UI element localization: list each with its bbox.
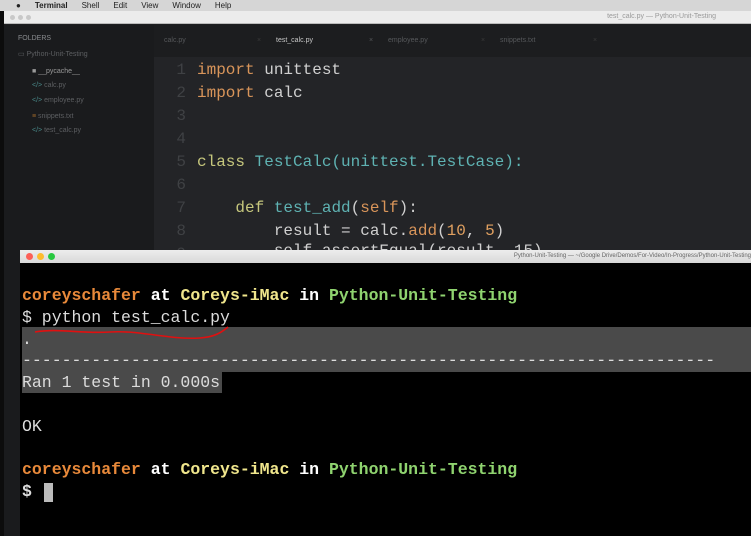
window-controls[interactable]: [26, 253, 55, 260]
python-file-icon: </>: [32, 97, 45, 104]
menu-view[interactable]: View: [141, 1, 158, 10]
terminal-titlebar: Python-Unit-Testing — ~/Google Drive/Dem…: [20, 250, 751, 263]
sidebar-item-test-calc[interactable]: </> test_calc.py: [32, 127, 81, 134]
editor-titlebar: test_calc.py — Python-Unit-Testing: [4, 11, 751, 24]
close-icon[interactable]: ×: [257, 37, 261, 44]
tab-employee[interactable]: employee.py: [388, 37, 428, 44]
line-number: 2: [176, 84, 186, 102]
tab-test-calc[interactable]: test_calc.py: [276, 37, 313, 44]
menu-window[interactable]: Window: [172, 1, 200, 10]
code-line: def test_add(self):: [235, 199, 418, 217]
close-icon[interactable]: ×: [593, 37, 597, 44]
line-number: 5: [176, 153, 186, 171]
sidebar-item-calc[interactable]: </> calc.py: [32, 82, 66, 89]
prompt-symbol: $: [22, 482, 32, 501]
folder-icon: ▭: [18, 51, 27, 58]
code-line: import calc: [197, 84, 303, 102]
terminal-title: Python-Unit-Testing — ~/Google Drive/Dem…: [513, 253, 751, 259]
python-file-icon: </>: [32, 82, 45, 89]
code-editor[interactable]: 1 2 3 4 5 6 7 8 9 import unittest import…: [154, 57, 751, 263]
line-number: 6: [176, 176, 186, 194]
line-number: 8: [176, 222, 186, 240]
terminal-cursor: [44, 483, 53, 502]
sidebar-item-pycache[interactable]: ■ __pycache__: [32, 68, 80, 75]
sidebar-item-employee[interactable]: </> employee.py: [32, 97, 84, 104]
line-number: 7: [176, 199, 186, 217]
code-line: class TestCalc(unittest.TestCase):: [197, 153, 524, 171]
code-line: result = calc.add(10, 5): [197, 222, 505, 240]
menu-terminal[interactable]: Terminal: [35, 1, 68, 10]
prompt-line: coreyschafer at Coreys-iMac in Python-Un…: [22, 286, 518, 305]
python-file-icon: </>: [32, 127, 45, 134]
editor-window-title: test_calc.py — Python-Unit-Testing: [607, 13, 716, 20]
folders-header: FOLDERS: [18, 35, 52, 42]
window-controls[interactable]: [10, 15, 31, 20]
sidebar-root-folder[interactable]: ▭ Python-Unit-Testing: [18, 50, 88, 58]
sidebar-item-snippets[interactable]: ≡ snippets.txt: [32, 113, 73, 120]
line-number: 4: [176, 130, 186, 148]
close-button[interactable]: [26, 253, 33, 260]
tab-bar: calc.py × test_calc.py × employee.py × s…: [154, 25, 751, 60]
code-line: import unittest: [197, 61, 342, 79]
menu-bar: ● Terminal Shell Edit View Window Help: [0, 0, 751, 11]
terminal-window[interactable]: Python-Unit-Testing — ~/Google Drive/Dem…: [20, 250, 751, 536]
apple-icon[interactable]: ●: [16, 1, 21, 10]
red-underline-annotation: [34, 326, 229, 340]
line-number: 1: [176, 61, 186, 79]
minimize-button[interactable]: [37, 253, 44, 260]
tab-snippets[interactable]: snippets.txt: [500, 37, 535, 44]
output-ok: OK: [22, 417, 42, 436]
prompt-line: coreyschafer at Coreys-iMac in Python-Un…: [22, 460, 518, 479]
close-icon[interactable]: ×: [481, 37, 485, 44]
zoom-button[interactable]: [48, 253, 55, 260]
menu-help[interactable]: Help: [215, 1, 231, 10]
close-icon[interactable]: ×: [369, 37, 373, 44]
output-separator: ----------------------------------------…: [22, 351, 716, 370]
line-number: 3: [176, 107, 186, 125]
tab-calc[interactable]: calc.py: [164, 37, 186, 44]
menu-shell[interactable]: Shell: [82, 1, 100, 10]
output-ran: Ran 1 test in 0.000s: [22, 373, 221, 392]
menu-edit[interactable]: Edit: [113, 1, 127, 10]
